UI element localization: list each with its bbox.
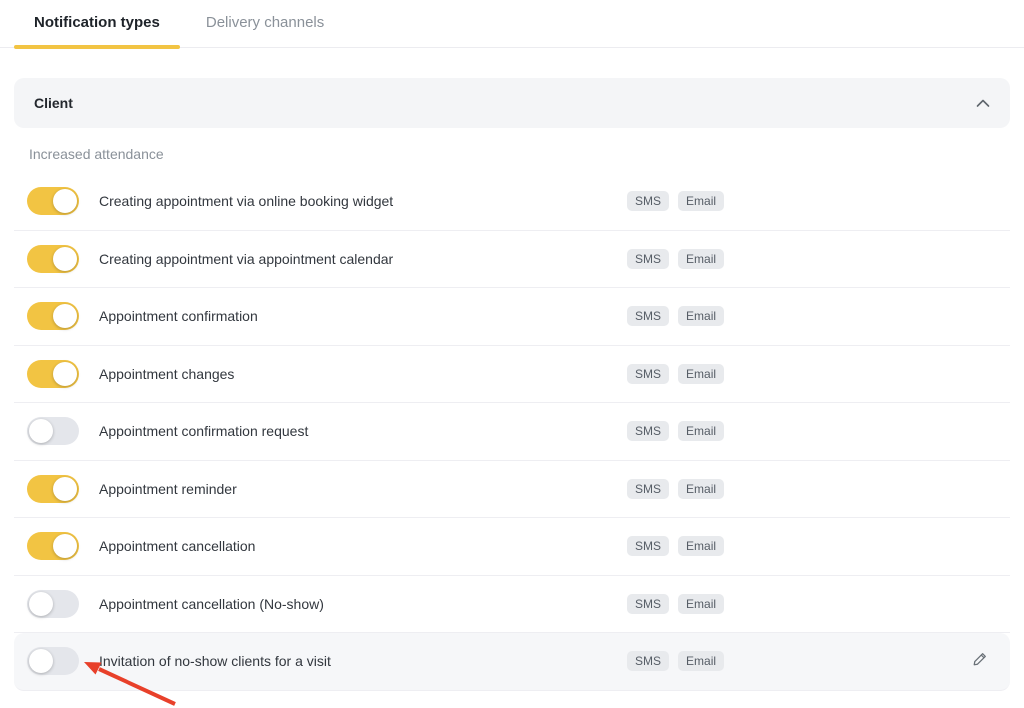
- tab-notification-types[interactable]: Notification types: [14, 0, 180, 47]
- sms-badge: SMS: [627, 364, 669, 384]
- channel-badges: SMS Email: [627, 249, 724, 269]
- row-label: Invitation of no-show clients for a visi…: [99, 653, 331, 669]
- toggle-appointment-confirmation-request[interactable]: [27, 417, 79, 445]
- row-invitation-of-no-show-clients-for-a-visit: Invitation of no-show clients for a visi…: [14, 633, 1010, 691]
- row-appointment-cancellation-no-show: Appointment cancellation (No-show) SMS E…: [14, 576, 1010, 634]
- toggle-knob: [53, 362, 77, 386]
- edit-button[interactable]: [969, 650, 991, 672]
- tab-label: Notification types: [34, 14, 160, 31]
- toggle-knob: [53, 534, 77, 558]
- toggle-knob: [29, 419, 53, 443]
- notification-rows-list: Creating appointment via online booking …: [14, 173, 1010, 691]
- row-appointment-confirmation-request: Appointment confirmation request SMS Ema…: [14, 403, 1010, 461]
- toggle-invitation-of-no-show-clients-for-a-visit[interactable]: [27, 647, 79, 675]
- notification-settings-page: Notification types Delivery channels Cli…: [0, 0, 1024, 708]
- tab-label: Delivery channels: [206, 14, 324, 31]
- channel-badges: SMS Email: [627, 536, 724, 556]
- toggle-appointment-changes[interactable]: [27, 360, 79, 388]
- toggle-appointment-cancellation-no-show[interactable]: [27, 590, 79, 618]
- chevron-up-icon[interactable]: [976, 99, 990, 108]
- channel-badges: SMS Email: [627, 306, 724, 326]
- row-label: Appointment confirmation request: [99, 423, 308, 439]
- sms-badge: SMS: [627, 594, 669, 614]
- row-creating-appointment-via-appointment-calendar: Creating appointment via appointment cal…: [14, 231, 1010, 289]
- sms-badge: SMS: [627, 249, 669, 269]
- tab-bar: Notification types Delivery channels: [0, 0, 1024, 48]
- toggle-knob: [53, 304, 77, 328]
- pencil-icon: [971, 650, 989, 673]
- row-label: Appointment changes: [99, 366, 234, 382]
- channel-badges: SMS Email: [627, 421, 724, 441]
- email-badge: Email: [678, 479, 724, 499]
- toggle-knob: [53, 477, 77, 501]
- toggle-appointment-cancellation[interactable]: [27, 532, 79, 560]
- sms-badge: SMS: [627, 651, 669, 671]
- toggle-knob: [53, 189, 77, 213]
- toggle-creating-appointment-via-appointment-calendar[interactable]: [27, 245, 79, 273]
- sms-badge: SMS: [627, 421, 669, 441]
- email-badge: Email: [678, 249, 724, 269]
- row-label: Appointment cancellation: [99, 538, 255, 554]
- row-label: Appointment reminder: [99, 481, 237, 497]
- email-badge: Email: [678, 191, 724, 211]
- email-badge: Email: [678, 594, 724, 614]
- row-label: Appointment cancellation (No-show): [99, 596, 324, 612]
- section-title: Client: [34, 95, 73, 111]
- section-header-client[interactable]: Client: [14, 78, 1010, 128]
- row-appointment-confirmation: Appointment confirmation SMS Email: [14, 288, 1010, 346]
- row-label: Creating appointment via online booking …: [99, 193, 393, 209]
- toggle-appointment-reminder[interactable]: [27, 475, 79, 503]
- row-appointment-changes: Appointment changes SMS Email: [14, 346, 1010, 404]
- row-label: Appointment confirmation: [99, 308, 258, 324]
- channel-badges: SMS Email: [627, 651, 724, 671]
- row-appointment-cancellation: Appointment cancellation SMS Email: [14, 518, 1010, 576]
- toggle-knob: [29, 649, 53, 673]
- row-creating-appointment-via-online-booking-widget: Creating appointment via online booking …: [14, 173, 1010, 231]
- toggle-creating-appointment-via-online-booking-widget[interactable]: [27, 187, 79, 215]
- email-badge: Email: [678, 651, 724, 671]
- channel-badges: SMS Email: [627, 191, 724, 211]
- channel-badges: SMS Email: [627, 364, 724, 384]
- sms-badge: SMS: [627, 191, 669, 211]
- row-appointment-reminder: Appointment reminder SMS Email: [14, 461, 1010, 519]
- email-badge: Email: [678, 364, 724, 384]
- channel-badges: SMS Email: [627, 594, 724, 614]
- toggle-knob: [53, 247, 77, 271]
- group-label: Increased attendance: [14, 146, 1010, 163]
- email-badge: Email: [678, 536, 724, 556]
- channel-badges: SMS Email: [627, 479, 724, 499]
- tab-delivery-channels[interactable]: Delivery channels: [186, 0, 344, 47]
- email-badge: Email: [678, 421, 724, 441]
- toggle-appointment-confirmation[interactable]: [27, 302, 79, 330]
- sms-badge: SMS: [627, 479, 669, 499]
- sms-badge: SMS: [627, 306, 669, 326]
- row-label: Creating appointment via appointment cal…: [99, 251, 393, 267]
- email-badge: Email: [678, 306, 724, 326]
- sms-badge: SMS: [627, 536, 669, 556]
- toggle-knob: [29, 592, 53, 616]
